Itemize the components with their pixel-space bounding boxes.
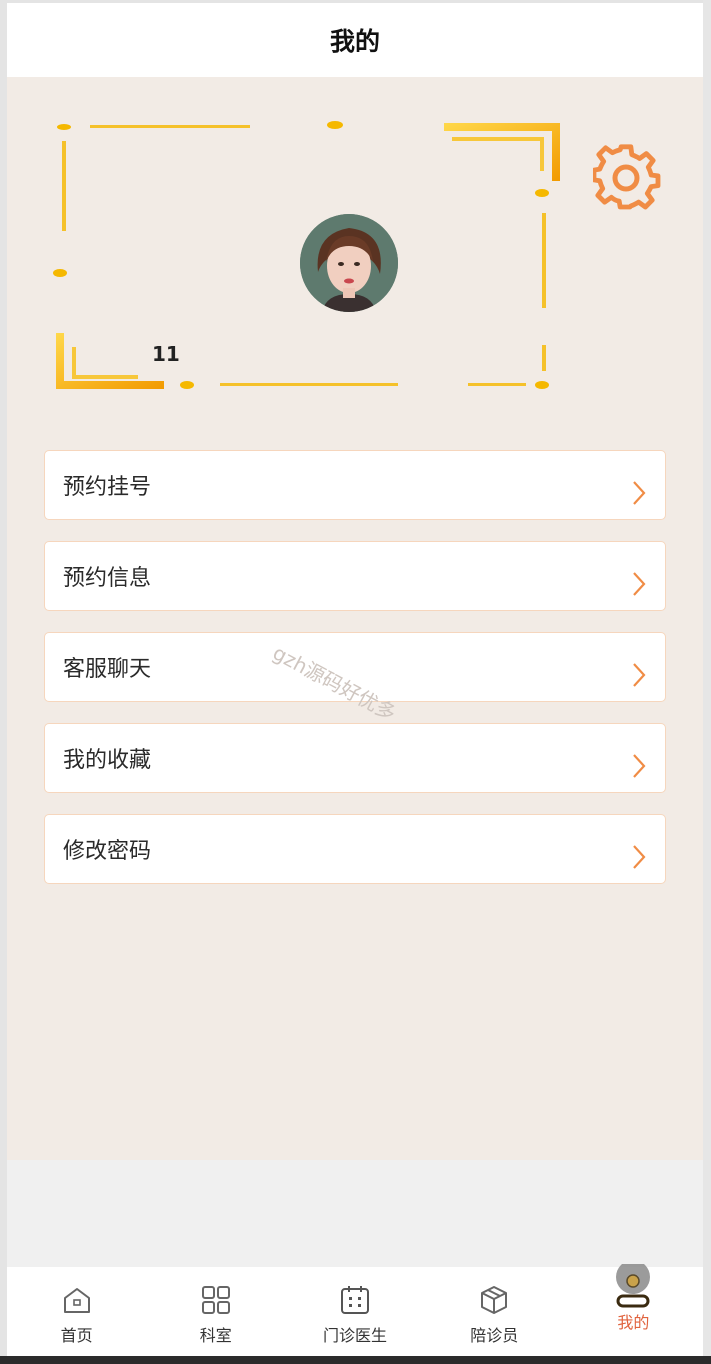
chevron-right-icon (633, 572, 646, 596)
tab-departments[interactable]: 科室 (146, 1267, 285, 1356)
tab-outpatient-doctors[interactable]: 门诊医生 (285, 1267, 424, 1356)
box-icon (481, 1286, 508, 1314)
home-icon (63, 1288, 90, 1313)
tab-escorts[interactable]: 陪诊员 (425, 1267, 564, 1356)
window-bottom-border (0, 1356, 711, 1364)
chevron-right-icon (633, 845, 646, 869)
tab-label: 科室 (199, 1326, 232, 1345)
bottom-tab-bar: 首页 科室 门诊医生 陪诊员 我的 (7, 1264, 703, 1356)
user-icon (616, 1264, 651, 1308)
avatar-portrait (300, 214, 398, 312)
menu-item-change-password[interactable]: 修改密码 (44, 814, 666, 884)
menu-item-appointment-info[interactable]: 预约信息 (44, 541, 666, 611)
tab-label: 首页 (60, 1326, 93, 1345)
menu-item-label: 我的收藏 (63, 748, 152, 773)
main-content: 11 预约挂号 预约信息 客服聊天 我的收藏 修改密码 gzh源码好优多 (7, 77, 703, 1160)
settings-button[interactable] (591, 144, 661, 212)
menu-item-label: 预约挂号 (63, 475, 152, 500)
tab-label: 陪诊员 (470, 1326, 519, 1345)
menu-item-label: 修改密码 (63, 839, 152, 864)
username-label: 11 (152, 342, 180, 366)
tab-mine[interactable]: 我的 (564, 1264, 703, 1356)
gear-icon (591, 144, 661, 210)
tab-label: 门诊医生 (323, 1326, 388, 1345)
menu-item-my-favorites[interactable]: 我的收藏 (44, 723, 666, 793)
tab-label: 我的 (617, 1313, 650, 1332)
window-left-border (0, 0, 7, 1364)
page-title: 我的 (329, 27, 380, 56)
calendar-icon (341, 1286, 369, 1314)
profile-card-frame: 11 (52, 115, 572, 400)
chevron-right-icon (633, 481, 646, 505)
avatar[interactable] (300, 214, 398, 312)
window-right-border (703, 0, 711, 1364)
menu-item-label: 客服聊天 (63, 657, 152, 682)
menu-item-label: 预约信息 (63, 566, 152, 591)
menu-item-appointment-booking[interactable]: 预约挂号 (44, 450, 666, 520)
tab-home[interactable]: 首页 (7, 1267, 146, 1356)
chevron-right-icon (633, 754, 646, 778)
page-header: 我的 (7, 3, 703, 77)
grid-icon (201, 1286, 230, 1314)
chevron-right-icon (633, 663, 646, 687)
